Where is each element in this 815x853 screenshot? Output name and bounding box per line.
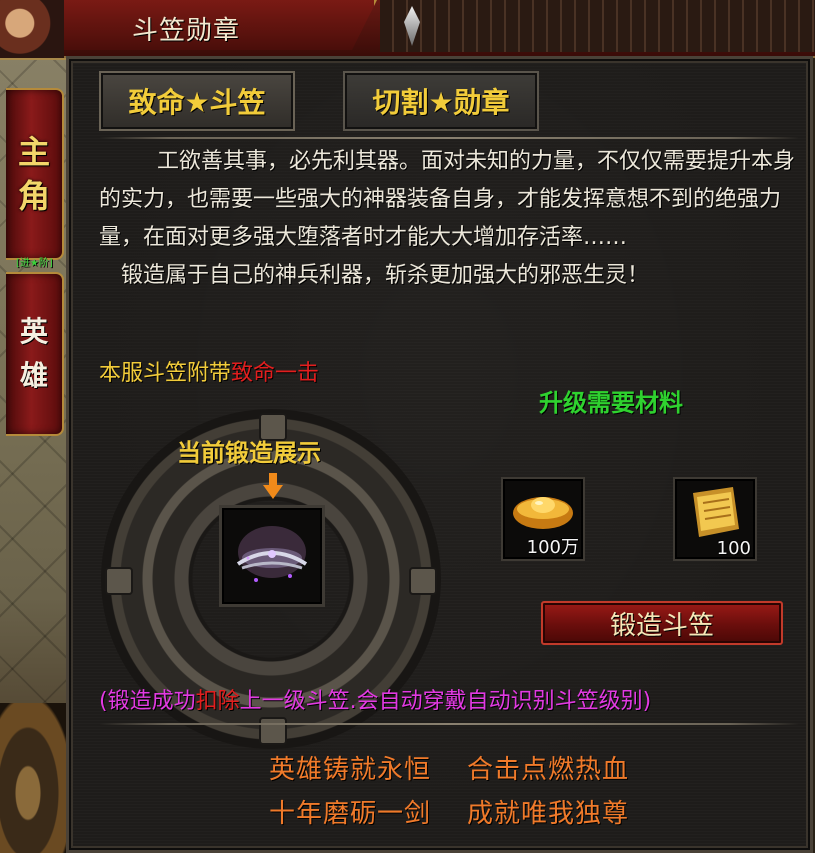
wheel-notch (409, 567, 437, 595)
window-title: 斗笠勋章 (132, 16, 241, 46)
forge-panel: 致命★斗笠 切割★勋章 工欲善其事，必先利其器。面对未知的力量，不仅仅需要提升本… (66, 56, 813, 853)
scroll-icon (693, 487, 739, 537)
hat-bonus-note: 本服斗笠附带致命一击 (99, 355, 319, 387)
side-tab-sub-label: [进★阶] (16, 258, 53, 269)
gold-ingot-icon (513, 497, 573, 529)
note-highlight: 致命一击 (231, 361, 320, 386)
tab-cutting-medal[interactable]: 切割★勋章 (343, 71, 539, 131)
forge-hint: (锻造成功扣除上一级斗笠.会自动穿戴自动识别斗笠级别) (99, 683, 799, 715)
decorative-ornament (0, 703, 70, 853)
side-tab-hero[interactable]: 英 雄 (6, 272, 64, 436)
slogan-line-1: 英雄铸就永恒 合击点燃热血 (99, 749, 799, 786)
material-count: 100万 (526, 537, 579, 558)
slogan-text: 成就唯我独尊 (467, 799, 630, 829)
description-paragraph-2: 锻造属于自己的神兵利器，斩杀更加强大的邪恶生灵！ (121, 263, 650, 288)
forge-hat-button[interactable]: 锻造斗笠 (541, 601, 783, 645)
divider (99, 137, 799, 139)
materials-title: 升级需要材料 (539, 389, 683, 417)
slogan-text: 十年磨砺一剑 (268, 799, 431, 829)
hint-part-1: (锻造成功 (99, 689, 196, 714)
description-paragraph-1: 工欲善其事，必先利其器。面对未知的力量，不仅仅需要提升本身的实力，也需要一些强大… (99, 149, 796, 250)
side-tab-main-char-2: 角 (17, 177, 50, 215)
side-tab-hero-char-1: 英 (19, 315, 48, 348)
description: 工欲善其事，必先利其器。面对未知的力量，不仅仅需要提升本身的实力，也需要一些强大… (99, 143, 799, 295)
hint-highlight: 扣除 (195, 689, 240, 714)
material-slot-gold[interactable]: 100万 (501, 477, 585, 561)
side-tab-main-character[interactable]: 主 角 (6, 88, 64, 260)
wheel-notch (259, 717, 287, 745)
material-count: 100 (716, 538, 751, 559)
material-slot-scroll[interactable]: 100 (673, 477, 757, 561)
side-tab-hero-char-2: 雄 (19, 359, 48, 392)
note-prefix: 本服斗笠附带 (99, 361, 232, 386)
player-portrait[interactable] (0, 0, 66, 60)
slogan-text: 合击点燃热血 (467, 755, 630, 785)
wheel-notch (105, 567, 133, 595)
side-tab-main-char-1: 主 (17, 133, 50, 171)
hint-part-2: 上一级斗笠.会自动穿戴自动识别斗笠级别) (239, 689, 652, 714)
hat-icon (236, 526, 308, 582)
forge-display-label: 当前锻造展示 (177, 439, 321, 467)
slogan-text: 英雄铸就永恒 (268, 755, 431, 785)
tab-lethal-hat[interactable]: 致命★斗笠 (99, 71, 295, 131)
arrow-down-icon (263, 473, 283, 499)
title-decoration (380, 0, 815, 52)
slogan-line-2: 十年磨砺一剑 成就唯我独尊 (99, 793, 799, 830)
forge-item-slot[interactable] (219, 505, 325, 607)
divider (99, 723, 799, 725)
